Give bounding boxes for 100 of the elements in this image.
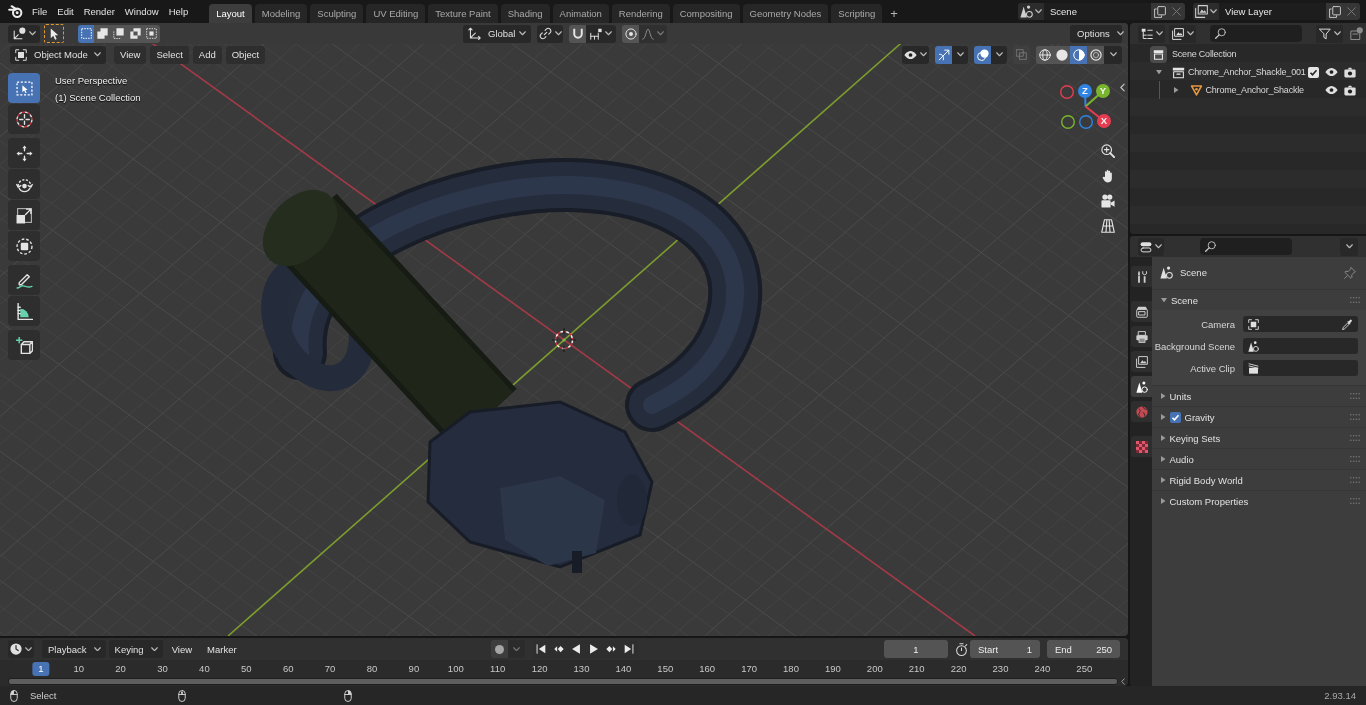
workspace-tab[interactable]: Sculpting — [310, 4, 364, 23]
workspace-tab[interactable]: Geometry Nodes — [742, 4, 829, 23]
selection-mode-button[interactable] — [78, 24, 95, 43]
panel-header-label[interactable]: Audio — [1169, 453, 1194, 465]
outliner-item-label[interactable]: Chrome_Anchor_Shackle — [1205, 85, 1304, 95]
gizmo-toggle[interactable] — [935, 45, 952, 64]
drag-grip-icon[interactable] — [1350, 435, 1360, 441]
checkbox[interactable] — [1308, 66, 1319, 78]
selection-mode-button[interactable] — [94, 24, 111, 43]
tool-button[interactable] — [8, 200, 40, 230]
checkbox[interactable] — [1169, 411, 1181, 423]
camera-field[interactable] — [1243, 316, 1358, 332]
scene-browse-button[interactable] — [1018, 3, 1044, 20]
panel-header-label[interactable]: Gravity — [1184, 411, 1215, 423]
drag-grip-icon[interactable] — [1350, 477, 1360, 483]
workspace-tab[interactable]: Shading — [500, 4, 550, 23]
panel-header-label[interactable]: Rigid Body World — [1169, 474, 1243, 486]
negative-axis-handle[interactable] — [1061, 115, 1075, 129]
editor-type-button[interactable] — [8, 640, 34, 658]
tool-button[interactable] — [8, 265, 40, 295]
orientation-dropdown[interactable]: Global — [463, 24, 531, 43]
negative-axis-handle[interactable] — [1079, 115, 1093, 129]
xray-toggle[interactable] — [1013, 45, 1030, 64]
search-field[interactable] — [1200, 238, 1292, 255]
editor-type-button[interactable] — [8, 24, 40, 43]
menu-item[interactable]: Select — [150, 45, 189, 64]
menu-item[interactable]: View — [165, 640, 199, 658]
drag-grip-icon[interactable] — [1350, 456, 1360, 462]
current-frame-field[interactable]: 1 — [884, 640, 948, 658]
shading-mode-button[interactable] — [1053, 45, 1070, 64]
selectability-dropdown[interactable] — [902, 45, 929, 64]
properties-tab[interactable] — [1131, 266, 1152, 287]
menu-item[interactable]: Window — [119, 1, 164, 22]
eye-icon[interactable] — [1325, 67, 1338, 77]
gizmo-dropdown[interactable] — [952, 45, 968, 64]
eye-icon[interactable] — [1325, 85, 1338, 95]
disclosure-triangle-icon[interactable] — [1161, 414, 1166, 420]
drag-grip-icon[interactable] — [1350, 414, 1360, 420]
workspace-tab[interactable]: Rendering — [611, 4, 670, 23]
new-scene-button[interactable] — [1151, 3, 1168, 20]
pivot-dropdown[interactable] — [537, 24, 563, 43]
drag-grip-icon[interactable] — [1350, 297, 1360, 303]
disclosure-triangle-icon[interactable] — [1156, 69, 1162, 75]
snap-target-dropdown[interactable] — [586, 24, 616, 43]
camera-icon[interactable] — [1101, 194, 1115, 208]
properties-tab[interactable] — [1131, 351, 1152, 372]
new-view-layer-button[interactable] — [1326, 3, 1343, 20]
zoom-icon[interactable] — [1101, 144, 1115, 158]
tool-button[interactable] — [8, 138, 40, 168]
panel-header-label[interactable]: Units — [1169, 390, 1192, 402]
shading-mode-button[interactable] — [1087, 45, 1104, 64]
horizontal-scrollbar[interactable] — [8, 678, 1118, 685]
drag-grip-icon[interactable] — [1350, 498, 1360, 504]
negative-axis-handle[interactable] — [1060, 85, 1074, 99]
tool-button[interactable] — [8, 231, 40, 261]
disclosure-triangle-icon[interactable] — [1161, 477, 1166, 483]
disclosure-triangle-icon[interactable] — [1161, 435, 1166, 441]
scene-field[interactable] — [1243, 338, 1358, 354]
clip-field[interactable] — [1243, 360, 1358, 376]
tool-button[interactable] — [8, 296, 40, 326]
panel-header-label[interactable]: Scene — [1171, 294, 1198, 306]
shading-dropdown[interactable] — [1104, 45, 1122, 64]
chevron-left-icon[interactable] — [1121, 678, 1125, 685]
menu-item[interactable]: File — [27, 1, 53, 22]
menu-item[interactable]: Render — [78, 1, 120, 22]
snap-toggle[interactable] — [569, 24, 586, 43]
shading-mode-button[interactable] — [1070, 45, 1087, 64]
menu-item[interactable]: Marker — [201, 640, 243, 658]
start-frame-field[interactable]: Start 1 — [970, 640, 1040, 658]
disclosure-triangle-icon[interactable] — [1161, 456, 1166, 462]
hand-icon[interactable] — [1102, 169, 1114, 183]
mode-dropdown[interactable]: Object Mode — [10, 45, 106, 64]
add-workspace-button[interactable]: + — [885, 4, 903, 23]
shading-mode-button[interactable] — [1036, 45, 1053, 64]
view-layer-dropdown[interactable] — [1169, 24, 1196, 43]
overlays-toggle[interactable] — [974, 45, 991, 64]
menu-item[interactable]: Add — [192, 45, 222, 64]
scene-name-field[interactable]: Scene — [1044, 3, 1151, 20]
workspace-tab[interactable]: Layout — [209, 4, 252, 23]
properties-tab[interactable] — [1131, 326, 1152, 347]
workspace-tab[interactable]: Scripting — [831, 4, 883, 23]
search-field[interactable] — [1210, 25, 1302, 42]
workspace-tab[interactable]: Modeling — [254, 4, 308, 23]
disclosure-triangle-icon[interactable] — [1161, 393, 1166, 399]
menu-dropdown[interactable]: Playback — [42, 640, 106, 658]
view-layer-name-field[interactable]: View Layer — [1219, 3, 1326, 20]
new-collection-icon[interactable] — [1350, 27, 1363, 40]
editor-type-button[interactable] — [1138, 237, 1164, 256]
tool-button[interactable] — [8, 330, 40, 360]
active-tool-button[interactable] — [44, 24, 64, 43]
pin-icon[interactable] — [1344, 266, 1356, 279]
outliner-item-label[interactable]: Scene Collection — [1172, 49, 1237, 59]
disclosure-triangle-icon[interactable] — [1161, 498, 1166, 504]
workspace-tab[interactable]: Compositing — [672, 4, 740, 23]
outliner-item-label[interactable]: Chrome_Anchor_Shackle_001 — [1188, 67, 1306, 77]
workspace-tab[interactable]: Texture Paint — [428, 4, 498, 23]
options-dropdown[interactable] — [1340, 237, 1358, 256]
overlays-dropdown[interactable] — [991, 45, 1007, 64]
perspective-grid-icon[interactable] — [1101, 219, 1115, 233]
properties-tab[interactable] — [1131, 301, 1152, 322]
